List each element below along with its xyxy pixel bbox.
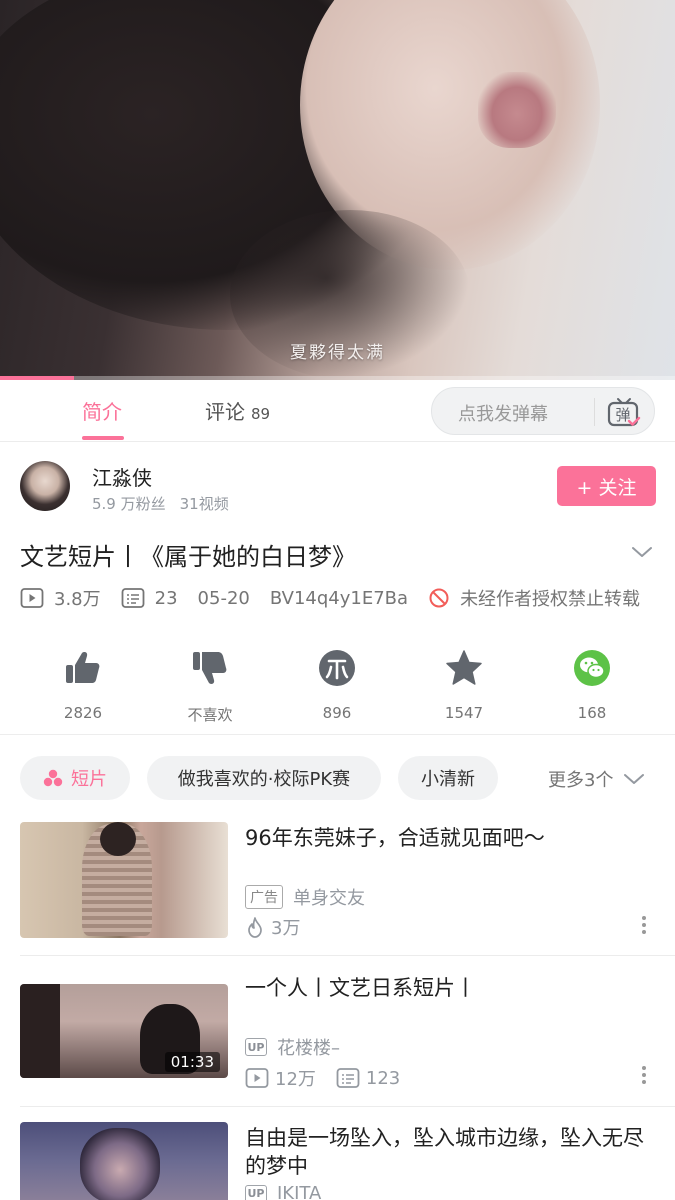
ad-source: 单身交友 bbox=[293, 888, 365, 909]
danmaku-input[interactable]: 点我发弹幕 弹 bbox=[431, 387, 655, 435]
coin-count: 896 bbox=[322, 704, 352, 722]
chevron-down-icon[interactable] bbox=[630, 544, 654, 560]
rec-thumb-figure bbox=[80, 1128, 160, 1200]
rec-up-info: UP 花楼楼– bbox=[245, 1034, 340, 1060]
dislike-label: 不喜欢 bbox=[187, 706, 233, 724]
coin-icon bbox=[319, 650, 355, 686]
view-stat: 3.8万 bbox=[20, 585, 101, 611]
star-icon bbox=[446, 650, 482, 685]
video-bvid: BV14q4y1E7Ba bbox=[269, 587, 409, 609]
rec-title[interactable]: 自由是一场坠入，坠入城市边缘，坠入无尽的梦中 bbox=[245, 1124, 660, 1180]
copyright-notice: 未经作者授权禁止转载 bbox=[428, 585, 640, 611]
like-count: 2826 bbox=[63, 704, 103, 722]
rec-thumb-hair bbox=[100, 822, 136, 856]
rec-up-name[interactable]: IKITA bbox=[277, 1183, 321, 1200]
flame-icon bbox=[248, 917, 262, 938]
ad-badge: 广告 bbox=[245, 885, 283, 909]
tag-item-fresh[interactable]: 小清新 bbox=[398, 756, 498, 800]
more-tags-button[interactable]: 更多3个 bbox=[548, 766, 645, 792]
publish-date: 05-20 bbox=[197, 587, 250, 609]
uploader-name[interactable]: 江淼侠 bbox=[92, 462, 152, 491]
rec-stats: 12万 123 bbox=[245, 1065, 400, 1091]
uploader-video-count: 31视频 bbox=[179, 495, 229, 513]
danmaku-toggle-icon[interactable]: 弹 bbox=[606, 394, 642, 430]
danmaku-count-icon bbox=[336, 1068, 360, 1088]
rec-thumbnail[interactable]: 01:33 bbox=[20, 984, 228, 1078]
dislike-button[interactable]: 不喜欢 bbox=[150, 648, 270, 725]
rec-thumb-wall bbox=[20, 984, 60, 1078]
like-button[interactable]: 2826 bbox=[23, 648, 143, 722]
favorite-count: 1547 bbox=[444, 704, 484, 722]
rec-up-info: UP IKITA bbox=[245, 1183, 321, 1200]
thumbs-up-icon bbox=[66, 652, 100, 683]
detail-tab-bar: 简介 评论 89 点我发弹幕 弹 bbox=[0, 380, 675, 442]
coin-button[interactable]: 896 bbox=[277, 648, 397, 722]
wechat-icon bbox=[574, 650, 610, 686]
rec-duration: 01:33 bbox=[164, 1052, 220, 1072]
tab-intro[interactable]: 简介 bbox=[82, 396, 122, 425]
tab-active-indicator bbox=[82, 436, 124, 440]
comments-count: 89 bbox=[251, 405, 271, 423]
tag-item-short-film[interactable]: 短片 bbox=[20, 756, 130, 800]
view-count: 3.8万 bbox=[54, 589, 101, 610]
danmaku-count: 23 bbox=[154, 587, 178, 609]
rec-title[interactable]: 96年东莞妹子，合适就见面吧～ bbox=[245, 824, 660, 852]
rec-ad-info: 广告 单身交友 bbox=[245, 884, 365, 910]
rec-danmaku: 123 bbox=[365, 1067, 401, 1089]
danmaku-divider bbox=[594, 398, 595, 426]
follow-button[interactable]: + 关注 bbox=[557, 466, 656, 506]
rec-thumbnail[interactable] bbox=[20, 822, 228, 938]
divider bbox=[20, 955, 675, 956]
share-count: 168 bbox=[577, 704, 607, 722]
divider bbox=[0, 734, 675, 735]
video-subtitle: 夏夥得太满 bbox=[290, 343, 385, 363]
rec-up-name[interactable]: 花楼楼– bbox=[277, 1034, 340, 1060]
chevron-down-icon bbox=[624, 774, 645, 784]
no-repost-icon bbox=[429, 588, 449, 608]
share-button[interactable]: 168 bbox=[532, 648, 652, 722]
tab-comments[interactable]: 评论 89 bbox=[205, 396, 270, 425]
play-count-icon bbox=[245, 1068, 269, 1088]
favorite-button[interactable]: 1547 bbox=[404, 648, 524, 722]
divider bbox=[20, 1106, 675, 1107]
rec-views: 12万 bbox=[275, 1069, 316, 1090]
video-title: 文艺短片丨《属于她的白日梦》 bbox=[20, 543, 356, 571]
uploader-stats: 5.9 万粉丝 31视频 bbox=[92, 493, 229, 514]
tag-label: 短片 bbox=[71, 769, 107, 790]
tab-comments-label: 评论 bbox=[205, 400, 245, 424]
video-player[interactable]: 夏夥得太满 bbox=[0, 0, 675, 380]
up-badge: UP bbox=[245, 1038, 267, 1056]
action-row: 2826 不喜欢 896 1547 168 bbox=[0, 648, 675, 728]
rec-thumbnail[interactable] bbox=[20, 1122, 228, 1200]
video-frame-lips bbox=[478, 72, 556, 148]
uploader-fans: 5.9 万粉丝 bbox=[92, 495, 166, 513]
video-meta: 3.8万 23 05-20 BV14q4y1E7Ba 未经作者授权禁止转载 bbox=[20, 585, 660, 611]
up-badge: UP bbox=[245, 1184, 267, 1200]
rec-danmaku-stat: 123 bbox=[336, 1067, 400, 1089]
tag-item-campus-pk[interactable]: 做我喜欢的·校际PK赛 bbox=[147, 756, 381, 800]
more-options-icon[interactable] bbox=[641, 916, 647, 936]
copyright-text: 未经作者授权禁止转载 bbox=[460, 589, 641, 610]
rec-heat: 3万 bbox=[245, 914, 300, 940]
danmaku-count-icon bbox=[121, 588, 145, 608]
play-count-icon bbox=[20, 588, 44, 608]
uploader-avatar[interactable] bbox=[20, 461, 70, 511]
rec-title[interactable]: 一个人丨文艺日系短片丨 bbox=[245, 974, 660, 1002]
danmaku-placeholder: 点我发弹幕 bbox=[458, 404, 548, 425]
channel-icon bbox=[43, 769, 63, 787]
heat-count: 3万 bbox=[271, 918, 301, 939]
more-tags-label: 更多3个 bbox=[548, 770, 614, 791]
thumbs-down-icon bbox=[193, 652, 227, 684]
danmaku-stat: 23 bbox=[121, 587, 178, 609]
more-options-icon[interactable] bbox=[641, 1066, 647, 1086]
